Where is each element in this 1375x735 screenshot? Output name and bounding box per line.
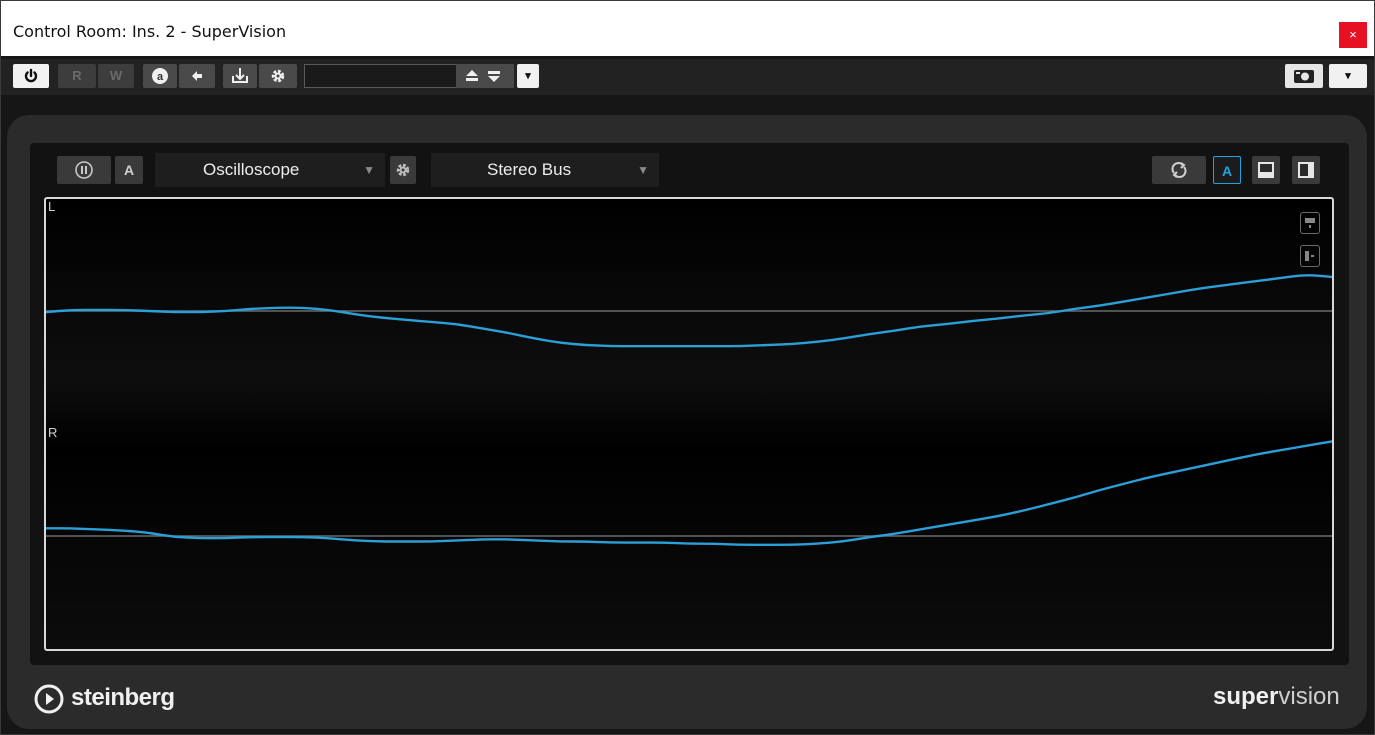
oscilloscope-display[interactable]: L R [44, 197, 1334, 651]
gear-icon [396, 163, 410, 177]
supervision-toolbar: A Oscilloscope ▼ Stereo Bus ▼ A [30, 147, 1349, 193]
channel-source-selector[interactable]: Stereo Bus ▼ [431, 153, 659, 187]
play-circle-icon [34, 684, 64, 714]
camera-icon [1294, 70, 1314, 83]
module-settings-button[interactable] [390, 156, 416, 184]
panel-bottom-icon [1258, 162, 1274, 178]
read-automation-button[interactable]: R [58, 64, 96, 88]
chevron-down-icon: ▼ [363, 163, 375, 177]
right-channel-trace [46, 440, 1332, 546]
side-panel-toggle[interactable] [1292, 156, 1320, 184]
a-b-compare-button[interactable]: a [143, 64, 177, 88]
title-bar: Control Room: Ins. 2 - SuperVision × [1, 1, 1374, 56]
power-icon [24, 68, 38, 83]
sidechain-icon [232, 68, 248, 83]
plugin-window: Control Room: Ins. 2 - SuperVision × R W… [0, 0, 1375, 735]
preset-name-field[interactable] [304, 64, 456, 88]
snapshot-dropdown-button[interactable]: ▾ [1329, 64, 1367, 88]
product-name-light: vision [1278, 683, 1340, 710]
auto-scale-button[interactable]: A [1213, 156, 1241, 184]
close-button[interactable]: × [1339, 22, 1367, 48]
bypass-button[interactable] [13, 64, 49, 88]
panel-right-icon [1298, 162, 1314, 178]
refresh-icon [1171, 162, 1187, 178]
channel-source-name: Stereo Bus [487, 160, 572, 179]
pause-icon [75, 161, 93, 179]
module-selector[interactable]: Oscilloscope ▼ [155, 153, 385, 187]
svg-text:a: a [157, 71, 164, 83]
compare-icon: a [152, 68, 168, 84]
preset-up-down-icon [466, 70, 500, 82]
window-title: Control Room: Ins. 2 - SuperVision [13, 22, 287, 41]
bottom-panel-toggle[interactable] [1252, 156, 1280, 184]
preset-navigation[interactable] [456, 64, 514, 88]
snapshot-button[interactable] [1285, 64, 1323, 88]
arrow-left-icon [192, 71, 202, 81]
pause-button[interactable] [57, 156, 111, 184]
gear-icon [271, 69, 285, 83]
write-automation-button[interactable]: W [98, 64, 134, 88]
sync-button[interactable] [1152, 156, 1206, 184]
host-toolbar: R W a ▾ ▾ [1, 59, 1374, 95]
side-chain-button[interactable] [223, 64, 257, 88]
module-name: Oscilloscope [203, 160, 300, 179]
product-logo: supervision [1213, 683, 1340, 711]
brand-name: steinberg [71, 684, 175, 711]
auto-button[interactable]: A [115, 156, 143, 184]
oscilloscope-plot [46, 274, 1332, 546]
copy-a-to-b-button[interactable] [179, 64, 215, 88]
product-name-bold: super [1213, 683, 1279, 710]
settings-button[interactable] [259, 64, 297, 88]
preset-dropdown-button[interactable]: ▾ [517, 64, 539, 88]
chevron-down-icon: ▼ [637, 163, 649, 177]
